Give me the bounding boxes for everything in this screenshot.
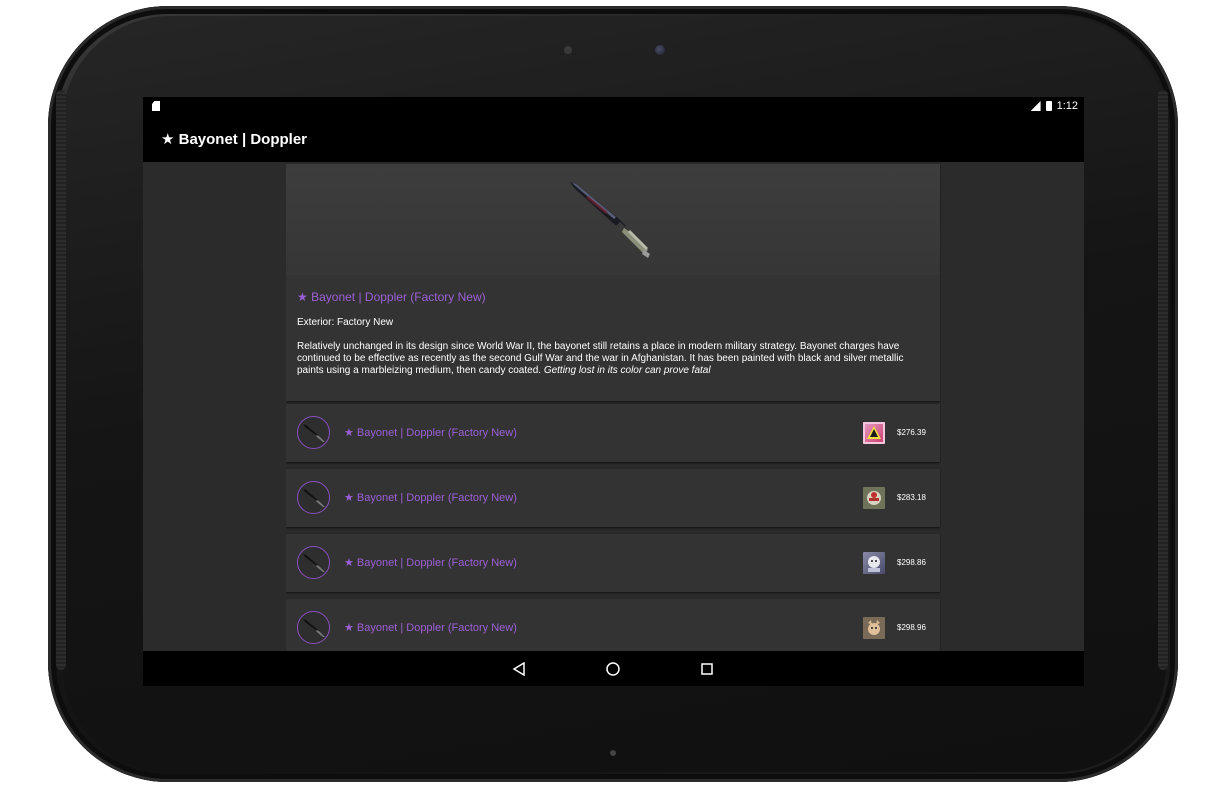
- light-sensor: [564, 46, 572, 54]
- knife-thumbnail-icon: [297, 416, 330, 449]
- front-camera: [655, 45, 665, 55]
- sd-card-icon: [152, 101, 160, 111]
- item-title: ★ Bayonet | Doppler (Factory New): [297, 290, 486, 304]
- content-scroll[interactable]: ★ Bayonet | Doppler (Factory New) Exteri…: [286, 162, 941, 651]
- listing-price: $283.18: [897, 493, 926, 502]
- bayonet-knife-image: [570, 182, 650, 258]
- clock: 1:12: [1056, 100, 1078, 112]
- notification-led: [610, 750, 616, 756]
- home-icon[interactable]: [604, 660, 622, 678]
- listing-price: $298.96: [897, 623, 926, 632]
- battery-icon: [1045, 101, 1052, 111]
- listing-price: $298.86: [897, 558, 926, 567]
- listing-row[interactable]: ★ Bayonet | Doppler (Factory New) $276.3…: [286, 404, 940, 462]
- pink-sticker-icon: [863, 422, 885, 444]
- item-image-area: [286, 164, 940, 275]
- status-bar: 3G 1:12: [143, 97, 1084, 117]
- listing-name: ★ Bayonet | Doppler (Factory New): [344, 557, 517, 569]
- status-indicators: 3G 1:12: [1030, 100, 1078, 112]
- listing-name: ★ Bayonet | Doppler (Factory New): [344, 622, 517, 634]
- knife-thumbnail-icon: [297, 611, 330, 644]
- cat-icon: [863, 617, 885, 639]
- listing-name: ★ Bayonet | Doppler (Factory New): [344, 427, 517, 439]
- knife-thumbnail-icon: [297, 481, 330, 514]
- listing-price: $276.39: [897, 428, 926, 437]
- knife-thumbnail-icon: [297, 546, 330, 579]
- screen: 3G 1:12 ★ Bayonet | Doppler ★ Bayonet | …: [143, 97, 1084, 686]
- flavor-text: Getting lost in its color can prove fata…: [543, 365, 711, 376]
- recents-icon[interactable]: [698, 660, 716, 678]
- item-exterior: Exterior: Factory New: [297, 317, 394, 328]
- listing-row[interactable]: ★ Bayonet | Doppler (Factory New) $283.1…: [286, 469, 940, 527]
- signal-icon: 3G: [1030, 101, 1041, 111]
- listing-row[interactable]: ★ Bayonet | Doppler (Factory New) $298.8…: [286, 534, 940, 592]
- listing-name: ★ Bayonet | Doppler (Factory New): [344, 492, 517, 504]
- item-detail-card: ★ Bayonet | Doppler (Factory New) Exteri…: [286, 164, 940, 401]
- speaker-grille-right: [1158, 90, 1168, 670]
- speaker-grille-left: [56, 90, 66, 670]
- page-title: ★ Bayonet | Doppler: [161, 131, 307, 148]
- badge-icon: [863, 487, 885, 509]
- navigation-bar: [143, 651, 1084, 686]
- action-bar: ★ Bayonet | Doppler: [143, 117, 1084, 162]
- listing-row[interactable]: ★ Bayonet | Doppler (Factory New) $298.9…: [286, 599, 940, 651]
- item-description: Relatively unchanged in its design since…: [297, 341, 927, 377]
- network-type: 3G: [1024, 98, 1033, 104]
- character-icon: [863, 552, 885, 574]
- back-icon[interactable]: [510, 660, 528, 678]
